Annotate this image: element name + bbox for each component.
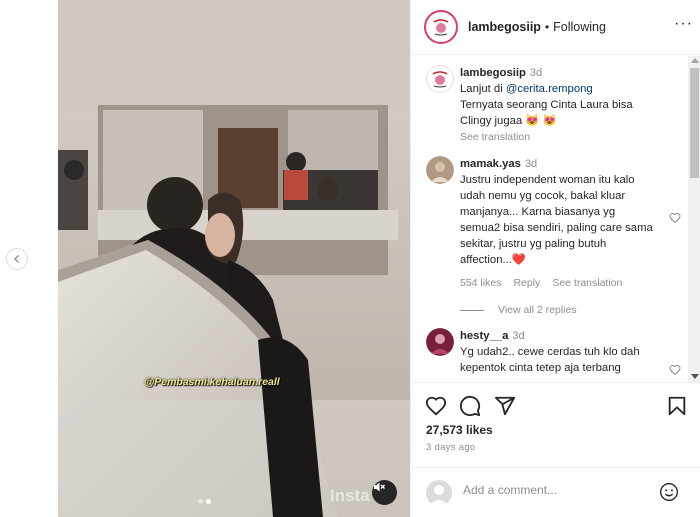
caption-see-translation[interactable]: See translation [460, 129, 655, 145]
post-details-panel: lambegosiip • Following ··· lambegosiip [410, 0, 700, 517]
comment-username[interactable]: mamak.yas [460, 158, 521, 170]
caption-body: lambegosiip 3d Lanjut di @cerita.rempong … [460, 65, 655, 145]
scroll-up-arrow-icon[interactable] [691, 58, 699, 63]
following-status[interactable]: Following [553, 20, 606, 34]
scrollbar-thumb[interactable] [690, 68, 699, 178]
platform-watermark: Insta [330, 486, 370, 505]
comment-bubble-icon[interactable] [459, 395, 481, 417]
likes-count[interactable]: 27,573 likes [426, 423, 493, 437]
view-replies-label: View all 2 replies [498, 304, 577, 316]
caption-avatar[interactable] [426, 65, 454, 93]
comment-likes[interactable]: 554 likes [460, 275, 501, 291]
caption-text: Ternyata seorang Cinta Laura bisa Clingy… [460, 99, 633, 127]
post-date[interactable]: 3 days ago [426, 442, 475, 453]
comments-scrollbar[interactable] [688, 56, 700, 382]
avatar-photo-icon [426, 328, 454, 356]
current-user-avatar [426, 480, 452, 506]
commenter-avatar[interactable] [426, 328, 454, 356]
previous-post-button[interactable] [6, 248, 28, 270]
like-heart-icon[interactable] [425, 395, 447, 417]
more-options-icon[interactable]: ··· [674, 16, 693, 32]
post-header: lambegosiip • Following ··· [411, 0, 700, 55]
comment-input[interactable] [463, 483, 653, 497]
default-user-icon [429, 485, 449, 506]
comment-like-heart-icon[interactable] [669, 364, 681, 376]
caption-text-prefix: Lanjut di [460, 83, 506, 95]
comment-like-heart-icon[interactable] [669, 212, 681, 224]
video-watermark: @Pembasmi.kehaluan.reall [144, 376, 280, 388]
carousel-dot-active [206, 499, 211, 504]
chevron-left-icon [14, 255, 19, 263]
comment-time: 3d [512, 330, 525, 342]
caption-mention-link[interactable]: @cerita.rempong [506, 83, 593, 95]
account-logo-icon [426, 65, 454, 93]
header-separator: • [544, 20, 550, 34]
carousel-dots [198, 499, 211, 504]
action-bar [411, 382, 700, 422]
comment-body: mamak.yas 3d Justru independent woman itu… [460, 156, 655, 291]
account-logo-icon [428, 14, 454, 40]
comments-section[interactable]: lambegosiip 3d Lanjut di @cerita.rempong … [411, 56, 688, 382]
comment-time: 3d [524, 158, 538, 170]
save-bookmark-icon[interactable] [666, 395, 688, 417]
add-comment-bar [411, 467, 700, 517]
mute-button[interactable] [372, 480, 397, 505]
replies-divider-line [460, 309, 484, 311]
instagram-post-view: @Pembasmi.kehaluan.reall Insta lambegosi… [0, 0, 700, 517]
view-replies-button[interactable]: View all 2 replies [460, 304, 577, 316]
scroll-down-arrow-icon[interactable] [691, 374, 699, 379]
commenter-avatar[interactable] [426, 156, 454, 184]
caption-username[interactable]: lambegosiip [460, 67, 526, 79]
emoji-icon[interactable] [659, 482, 679, 502]
post-video[interactable]: @Pembasmi.kehaluan.reall Insta [58, 0, 410, 517]
comment-text: Yg udah2.. cewe cerdas tuh klo dah kepen… [460, 346, 640, 374]
comment-see-translation[interactable]: See translation [552, 275, 622, 291]
muted-speaker-icon [374, 482, 385, 492]
comment-body: hesty__a 3d Yg udah2.. cewe cerdas tuh kl… [460, 328, 655, 376]
comment-meta: 554 likes Reply See translation [460, 275, 655, 291]
account-avatar[interactable] [424, 10, 458, 44]
video-frame-illustration [58, 0, 410, 517]
comment-username[interactable]: hesty__a [460, 330, 508, 342]
carousel-dot [198, 499, 203, 504]
caption-time: 3d [529, 67, 543, 79]
comment-text: Justru independent woman itu kalo udah n… [460, 174, 653, 266]
avatar-photo-icon [426, 156, 454, 184]
account-username[interactable]: lambegosiip [468, 20, 541, 34]
share-paper-plane-icon[interactable] [494, 395, 516, 417]
comment-reply-button[interactable]: Reply [513, 275, 540, 291]
